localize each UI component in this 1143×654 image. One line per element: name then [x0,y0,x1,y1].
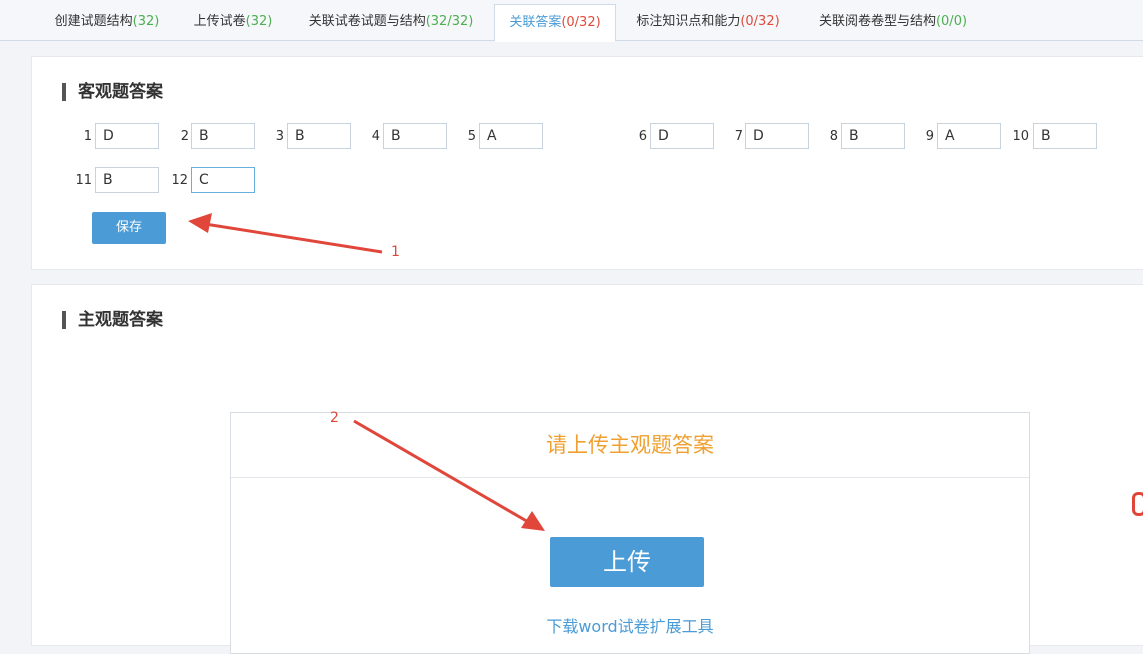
annotation-label-2: 2 [330,410,339,426]
side-widget-icon[interactable] [1132,492,1143,516]
arrow-2 [353,419,545,531]
annotation-arrows [188,213,545,531]
annotation-label-1: 1 [391,244,400,260]
arrow-1 [188,213,383,254]
